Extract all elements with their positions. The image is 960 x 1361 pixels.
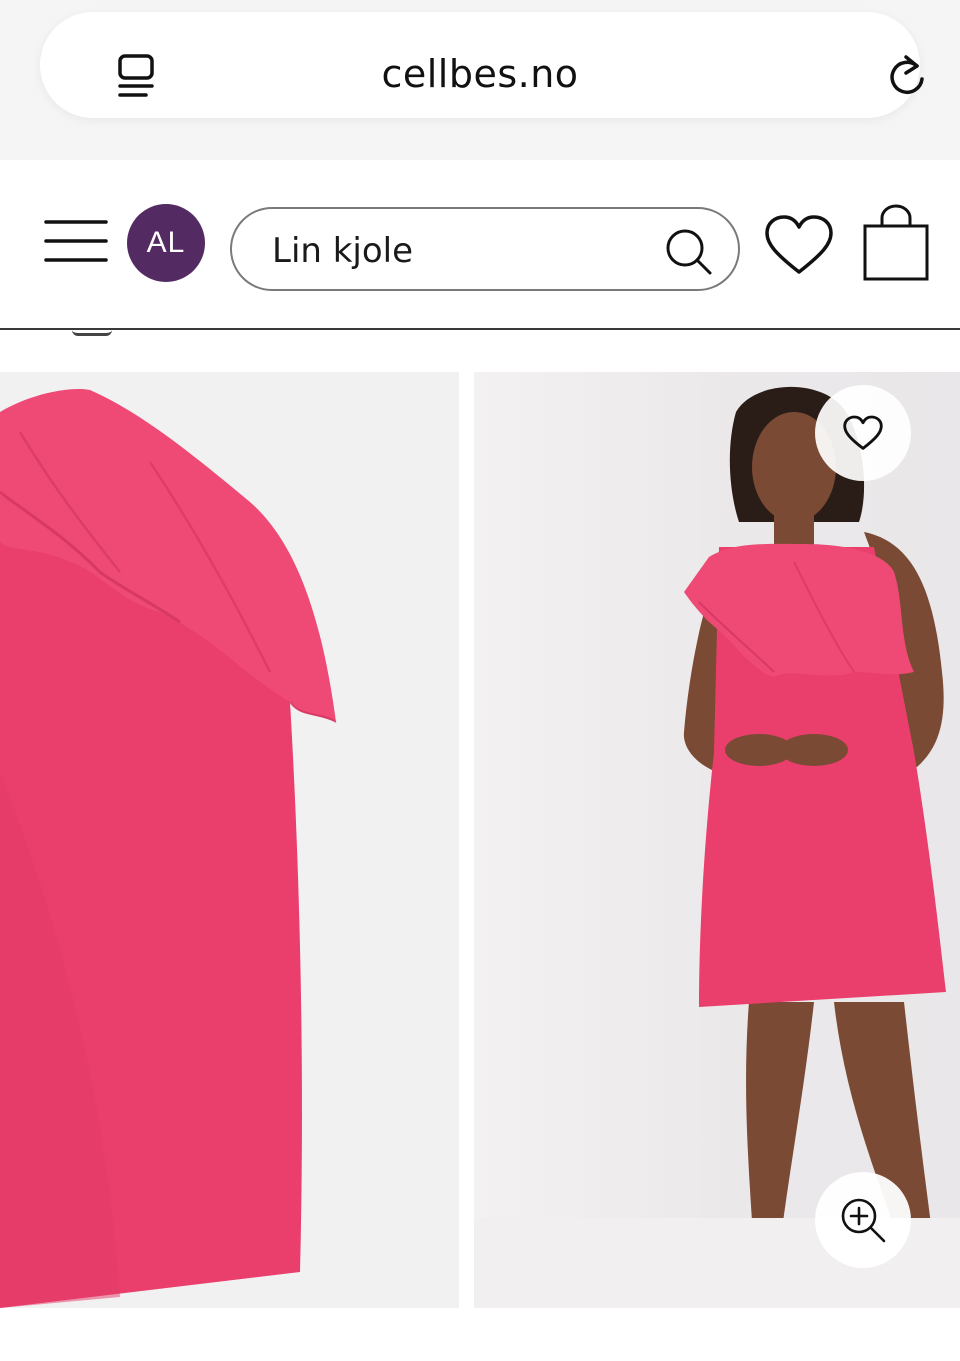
browser-toolbar: cellbes.no <box>0 0 960 160</box>
dress-illustration <box>0 388 337 1308</box>
header-divider <box>0 328 960 330</box>
url-text[interactable]: cellbes.no <box>40 52 920 96</box>
avatar[interactable]: AL <box>127 204 205 282</box>
zoom-button[interactable] <box>815 1172 911 1268</box>
search-value[interactable]: Lin kjole <box>272 231 413 271</box>
product-image[interactable] <box>474 372 960 1308</box>
model-illustration <box>683 386 960 1274</box>
scroll-peek <box>72 330 112 336</box>
reload-icon[interactable] <box>884 52 930 100</box>
address-bar[interactable]: cellbes.no <box>40 12 924 118</box>
search-input[interactable]: Lin kjole <box>230 207 740 291</box>
bag-icon[interactable] <box>862 204 930 282</box>
favorite-button[interactable] <box>815 385 911 481</box>
hamburger-icon[interactable] <box>44 218 108 264</box>
product-image[interactable] <box>0 372 459 1308</box>
heart-icon[interactable] <box>764 214 834 276</box>
search-icon[interactable] <box>664 227 714 277</box>
zoom-in-icon <box>841 1198 886 1243</box>
site-header: AL Lin kjole <box>0 160 960 330</box>
avatar-initials: AL <box>146 226 186 259</box>
heart-icon <box>843 415 883 450</box>
